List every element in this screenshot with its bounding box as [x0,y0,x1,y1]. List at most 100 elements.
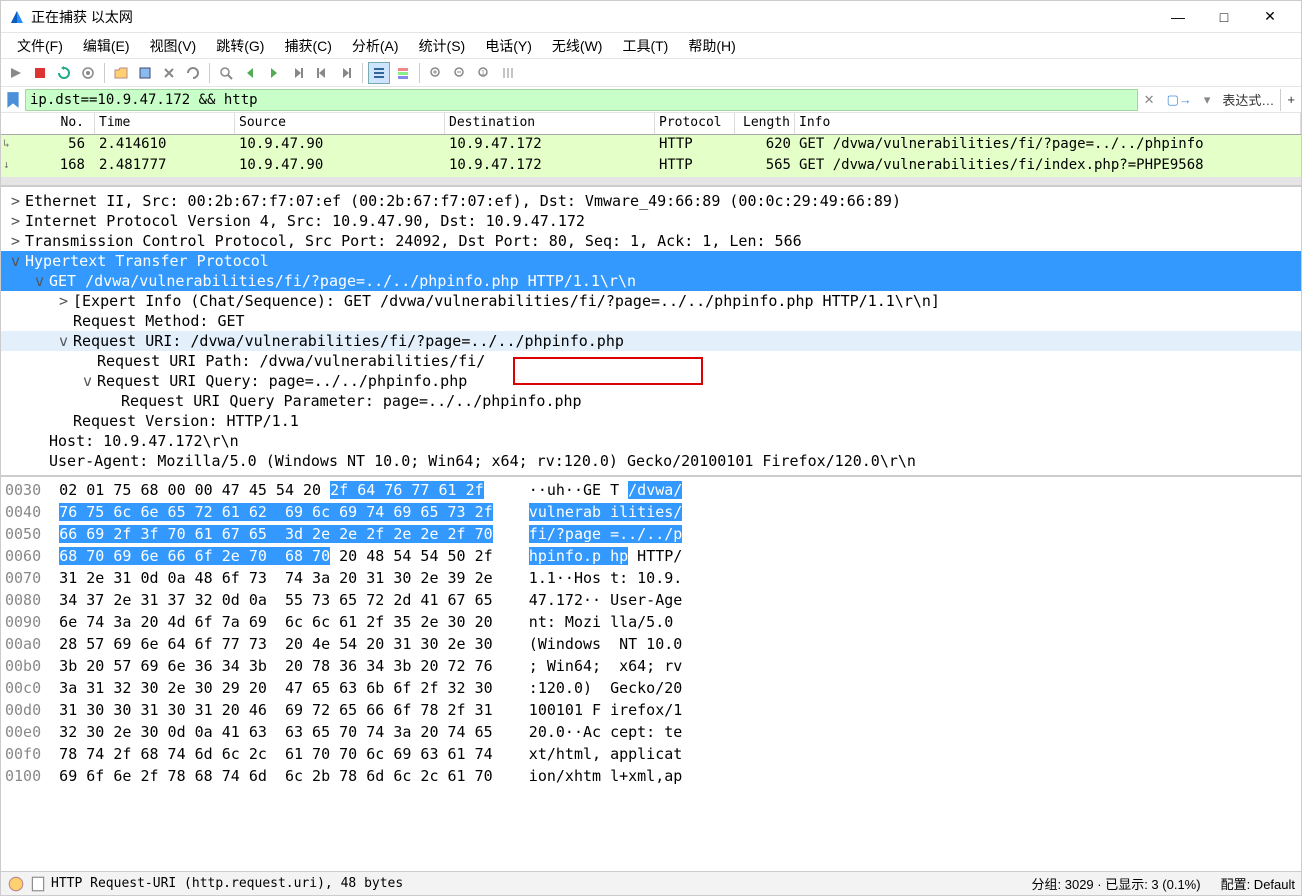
menu-capture[interactable]: 捕获(C) [274,34,341,58]
hex-row[interactable]: 00f0 78 74 2f 68 74 6d 6c 2c 61 70 70 6c… [5,743,1297,765]
reload-icon[interactable] [182,62,204,84]
col-destination[interactable]: Destination [445,113,655,134]
resize-columns-icon[interactable] [497,62,519,84]
menu-help[interactable]: 帮助(H) [678,34,745,58]
menu-go[interactable]: 跳转(G) [206,34,274,58]
stop-capture-icon[interactable] [29,62,51,84]
status-mid: 分组: 3029 · 已显示: 3 (0.1%) [1032,874,1201,893]
detail-row[interactable]: User-Agent: Mozilla/5.0 (Windows NT 10.0… [1,451,1301,471]
menu-view[interactable]: 视图(V) [140,34,207,58]
expert-info-icon[interactable] [7,875,25,893]
col-protocol[interactable]: Protocol [655,113,735,134]
filter-dropdown-icon[interactable]: ▾ [1198,89,1217,111]
colorize-icon[interactable] [392,62,414,84]
hex-row[interactable]: 00d0 31 30 30 31 30 31 20 46 69 72 65 66… [5,699,1297,721]
statusbar: HTTP Request-URI (http.request.uri), 48 … [1,871,1301,895]
bookmark-icon[interactable] [4,91,22,109]
zoom-out-icon[interactable] [449,62,471,84]
close-button[interactable]: ✕ [1247,1,1293,33]
detail-row[interactable]: >[Expert Info (Chat/Sequence): GET /dvwa… [1,291,1301,311]
capture-file-properties-icon[interactable] [29,875,47,893]
filter-clear-icon[interactable]: ✕ [1138,89,1161,111]
menu-file[interactable]: 文件(F) [7,34,73,58]
packet-list-pane: No. Time Source Destination Protocol Len… [1,113,1301,187]
add-filter-button[interactable]: + [1280,89,1301,111]
col-info[interactable]: Info [795,113,1301,134]
zoom-in-icon[interactable] [425,62,447,84]
detail-row[interactable]: Host: 10.9.47.172\r\n [1,431,1301,451]
hex-row[interactable]: 0070 31 2e 31 0d 0a 48 6f 73 74 3a 20 31… [5,567,1297,589]
col-source[interactable]: Source [235,113,445,134]
packet-bytes-pane: 0030 02 01 75 68 00 00 47 45 54 20 2f 64… [1,477,1301,871]
status-left: HTTP Request-URI (http.request.uri), 48 … [51,876,1032,891]
detail-row[interactable]: vRequest URI: /dvwa/vulnerabilities/fi/?… [1,331,1301,351]
packet-details-pane: >Ethernet II, Src: 00:2b:67:f7:07:ef (00… [1,187,1301,477]
menu-wireless[interactable]: 无线(W) [542,34,613,58]
find-icon[interactable] [215,62,237,84]
packet-list-header[interactable]: No. Time Source Destination Protocol Len… [1,113,1301,135]
filter-bar: ✕ ▢→ ▾ 表达式… + [1,87,1301,113]
hex-row[interactable]: 00a0 28 57 69 6e 64 6f 77 73 20 4e 54 20… [5,633,1297,655]
menu-telephony[interactable]: 电话(Y) [475,34,542,58]
hex-row[interactable]: 0060 68 70 69 6e 66 6f 2e 70 68 70 20 48… [5,545,1297,567]
toolbar-separator [362,63,363,83]
packet-row[interactable]: ↓168 2.481777 10.9.47.90 10.9.47.172 HTT… [1,156,1301,177]
svg-text:1: 1 [481,70,485,77]
menu-tools[interactable]: 工具(T) [612,34,678,58]
detail-row[interactable]: Request URI Path: /dvwa/vulnerabilities/… [1,351,1301,371]
zoom-reset-icon[interactable]: 1 [473,62,495,84]
detail-row[interactable]: >Ethernet II, Src: 00:2b:67:f7:07:ef (00… [1,191,1301,211]
hex-row[interactable]: 0090 6e 74 3a 20 4d 6f 7a 69 6c 6c 61 2f… [5,611,1297,633]
detail-row[interactable]: >Transmission Control Protocol, Src Port… [1,231,1301,251]
toolbar-separator [419,63,420,83]
capture-options-icon[interactable] [77,62,99,84]
detail-row[interactable]: vGET /dvwa/vulnerabilities/fi/?page=../.… [1,271,1301,291]
detail-row[interactable]: Request Method: GET [1,311,1301,331]
app-icon [9,9,25,25]
toolbar: 1 [1,59,1301,87]
hex-row[interactable]: 0050 66 69 2f 3f 70 61 67 65 3d 2e 2e 2f… [5,523,1297,545]
hex-row[interactable]: 0080 34 37 2e 31 37 32 0d 0a 55 73 65 72… [5,589,1297,611]
menu-statistics[interactable]: 统计(S) [409,34,476,58]
open-file-icon[interactable] [110,62,132,84]
detail-row[interactable]: vRequest URI Query: page=../../phpinfo.p… [1,371,1301,391]
auto-scroll-icon[interactable] [368,62,390,84]
status-right: 配置: Default [1221,874,1295,893]
display-filter-input[interactable] [25,89,1138,111]
go-first-icon[interactable] [311,62,333,84]
hex-row[interactable]: 00c0 3a 31 32 30 2e 30 29 20 47 65 63 6b… [5,677,1297,699]
maximize-button[interactable]: □ [1201,1,1247,33]
expression-button[interactable]: 表达式… [1216,89,1280,111]
menu-analyze[interactable]: 分析(A) [342,34,409,58]
save-file-icon[interactable] [134,62,156,84]
col-time[interactable]: Time [95,113,235,134]
minimize-button[interactable]: — [1155,1,1201,33]
menu-edit[interactable]: 编辑(E) [73,34,140,58]
col-length[interactable]: Length [735,113,795,134]
hex-row[interactable]: 0040 76 75 6c 6e 65 72 61 62 69 6c 69 74… [5,501,1297,523]
go-forward-icon[interactable] [263,62,285,84]
packet-row[interactable]: ↳56 2.414610 10.9.47.90 10.9.47.172 HTTP… [1,135,1301,156]
detail-row[interactable]: Request Version: HTTP/1.1 [1,411,1301,431]
detail-row[interactable]: Request URI Query Parameter: page=../../… [1,391,1301,411]
start-capture-icon[interactable] [5,62,27,84]
related-arrow-icon: ↳ [3,137,10,150]
col-no[interactable]: No. [1,113,95,134]
close-file-icon[interactable] [158,62,180,84]
hex-row[interactable]: 00e0 32 30 2e 30 0d 0a 41 63 63 65 70 74… [5,721,1297,743]
go-back-icon[interactable] [239,62,261,84]
hex-row[interactable]: 0100 69 6f 6e 2f 78 68 74 6d 6c 2b 78 6d… [5,765,1297,787]
detail-row[interactable]: vHypertext Transfer Protocol [1,251,1301,271]
go-to-packet-icon[interactable] [287,62,309,84]
packet-list-scrollbar[interactable] [1,177,1301,185]
detail-row[interactable]: >Internet Protocol Version 4, Src: 10.9.… [1,211,1301,231]
window-title: 正在捕获 以太网 [31,7,1155,27]
menubar: 文件(F) 编辑(E) 视图(V) 跳转(G) 捕获(C) 分析(A) 统计(S… [1,33,1301,59]
hex-row[interactable]: 0030 02 01 75 68 00 00 47 45 54 20 2f 64… [5,479,1297,501]
filter-apply-icon[interactable]: ▢→ [1161,89,1198,111]
restart-capture-icon[interactable] [53,62,75,84]
go-last-icon[interactable] [335,62,357,84]
toolbar-separator [209,63,210,83]
hex-row[interactable]: 00b0 3b 20 57 69 6e 36 34 3b 20 78 36 34… [5,655,1297,677]
toolbar-separator [104,63,105,83]
